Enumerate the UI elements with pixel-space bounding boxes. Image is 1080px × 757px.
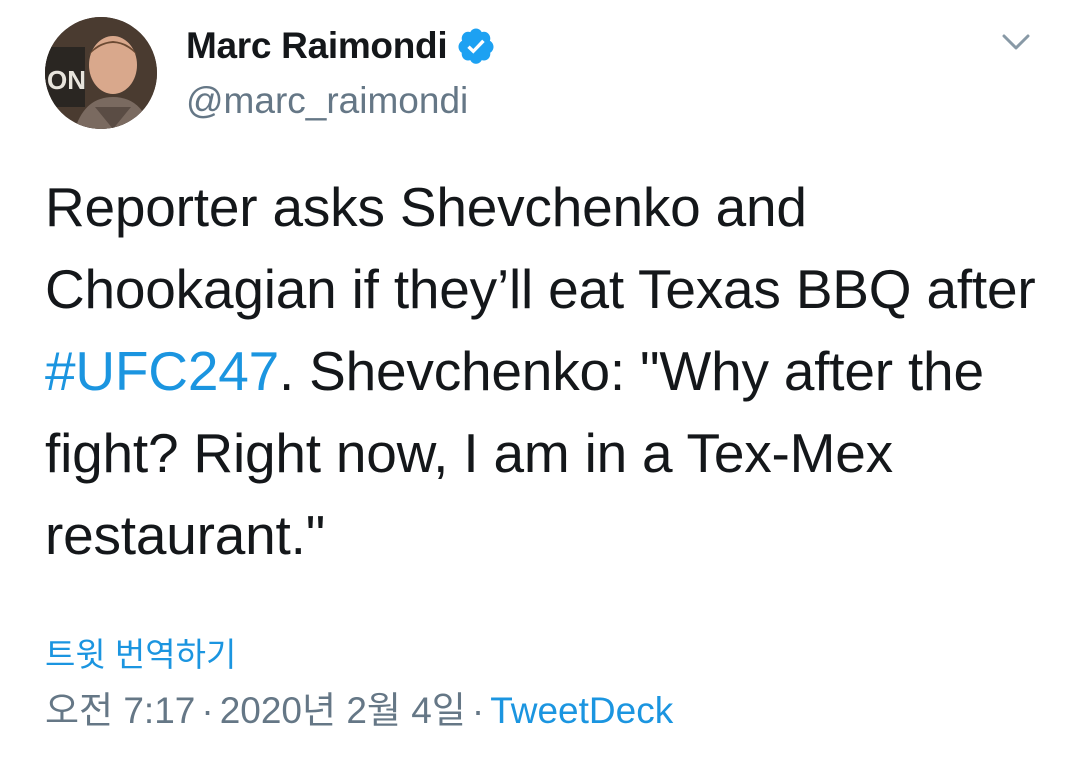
svg-text:ON: ON	[47, 65, 86, 95]
author-handle[interactable]: @marc_raimondi	[186, 80, 468, 122]
tweet-date[interactable]: 2020년 2월 4일	[220, 690, 466, 731]
meta-separator: ·	[201, 690, 214, 731]
tweet-meta: 오전 7:17 · 2020년 2월 4일 · TweetDeck	[45, 680, 673, 734]
translate-tweet-link[interactable]: 트윗 번역하기	[45, 628, 236, 676]
avatar[interactable]: ON	[45, 17, 157, 129]
tweet-card: ON Marc Raimondi @marc_raimondi Reporter…	[0, 0, 1080, 757]
tweet-text-part: Reporter asks Shevchenko and Chookagian …	[45, 176, 1036, 320]
tweet-source-link[interactable]: TweetDeck	[490, 690, 673, 731]
meta-separator: ·	[471, 690, 485, 731]
display-name[interactable]: Marc Raimondi	[186, 25, 448, 67]
author-name-row: Marc Raimondi	[186, 22, 496, 70]
hashtag-link[interactable]: #UFC247	[45, 340, 279, 402]
tweet-text: Reporter asks Shevchenko and Chookagian …	[45, 166, 1055, 576]
tweet-time[interactable]: 오전 7:17	[45, 690, 195, 731]
profile-photo: ON	[45, 17, 157, 129]
chevron-down-icon[interactable]	[996, 22, 1036, 62]
verified-badge-icon	[456, 26, 496, 66]
